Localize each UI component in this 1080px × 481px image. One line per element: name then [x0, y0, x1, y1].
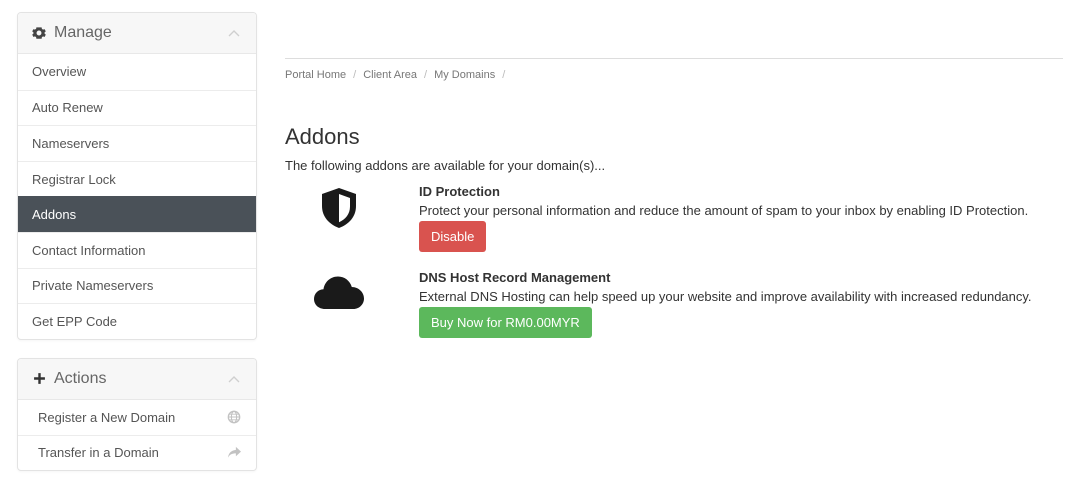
sidebar: Manage Overview Auto Renew Nameservers R…	[17, 12, 257, 471]
breadcrumb-portal-home[interactable]: Portal Home	[285, 69, 346, 81]
sidebar-item-overview[interactable]: Overview	[18, 54, 256, 90]
shield-icon	[309, 187, 369, 229]
breadcrumb-separator: /	[424, 69, 428, 81]
addon-name: DNS Host Record Management	[419, 270, 611, 285]
actions-menu: Register a New Domain Transfer in a Doma…	[18, 400, 256, 470]
globe-icon	[226, 409, 242, 425]
actions-title: Actions	[54, 369, 107, 387]
addon-description: Protect your personal information and re…	[419, 203, 1029, 218]
sidebar-item-nameservers[interactable]: Nameservers	[18, 125, 256, 161]
sidebar-item-label: Nameservers	[32, 135, 110, 151]
header-divider	[285, 58, 1063, 59]
addon-dns-host-record-management: DNS Host Record Management External DNS …	[285, 270, 1063, 356]
cloud-icon	[309, 274, 369, 310]
breadcrumb-client-area[interactable]: Client Area	[363, 69, 417, 81]
buy-dns-management-button[interactable]: Buy Now for RM0.00MYR	[419, 307, 592, 338]
plus-icon	[32, 372, 46, 386]
sidebar-item-contact-information[interactable]: Contact Information	[18, 231, 256, 268]
addon-info: DNS Host Record Management External DNS …	[419, 270, 1032, 338]
sidebar-item-get-epp-code[interactable]: Get EPP Code	[18, 303, 256, 339]
gear-icon	[32, 26, 46, 40]
addon-name: ID Protection	[419, 184, 500, 199]
sidebar-item-addons[interactable]: Addons	[18, 196, 256, 232]
page-intro: The following addons are available for y…	[285, 158, 606, 173]
sidebar-item-label: Register a New Domain	[38, 409, 176, 425]
addon-id-protection: ID Protection Protect your personal info…	[285, 184, 1063, 270]
transfer-domain-link[interactable]: Transfer in a Domain	[18, 434, 256, 470]
sidebar-item-registrar-lock[interactable]: Registrar Lock	[18, 160, 256, 197]
sidebar-item-label: Auto Renew	[32, 100, 103, 116]
sidebar-item-label: Transfer in a Domain	[38, 445, 159, 461]
manage-menu: Overview Auto Renew Nameservers Registra…	[18, 54, 256, 339]
register-new-domain-link[interactable]: Register a New Domain	[18, 400, 256, 435]
breadcrumb-separator: /	[502, 69, 506, 81]
breadcrumb: Portal Home / Client Area / My Domains /	[285, 69, 1063, 81]
sidebar-item-label: Registrar Lock	[32, 171, 116, 187]
breadcrumb-my-domains[interactable]: My Domains	[434, 69, 495, 81]
manage-title: Manage	[54, 24, 112, 41]
sidebar-item-auto-renew[interactable]: Auto Renew	[18, 89, 256, 126]
share-arrow-icon	[226, 445, 242, 461]
chevron-up-icon[interactable]	[228, 374, 242, 384]
actions-panel: Actions Register a New Domain Transfer i…	[17, 357, 257, 471]
manage-panel: Manage Overview Auto Renew Nameservers R…	[17, 12, 257, 340]
breadcrumb-separator: /	[353, 69, 357, 81]
disable-id-protection-button[interactable]: Disable	[419, 221, 487, 252]
sidebar-item-label: Addons	[32, 207, 77, 223]
actions-panel-heading[interactable]: Actions	[18, 358, 256, 400]
sidebar-item-private-nameservers[interactable]: Private Nameservers	[18, 267, 256, 304]
sidebar-item-label: Contact Information	[32, 242, 146, 258]
sidebar-item-label: Get EPP Code	[32, 313, 118, 329]
main-content: Portal Home / Client Area / My Domains /…	[285, 58, 1063, 356]
sidebar-item-label: Private Nameservers	[32, 278, 154, 294]
addon-info: ID Protection Protect your personal info…	[419, 184, 1028, 252]
page-title: Addons	[285, 124, 360, 149]
sidebar-item-label: Overview	[32, 64, 87, 80]
manage-panel-heading[interactable]: Manage	[18, 13, 256, 54]
chevron-up-icon[interactable]	[228, 28, 242, 38]
addon-description: External DNS Hosting can help speed up y…	[419, 289, 1032, 304]
